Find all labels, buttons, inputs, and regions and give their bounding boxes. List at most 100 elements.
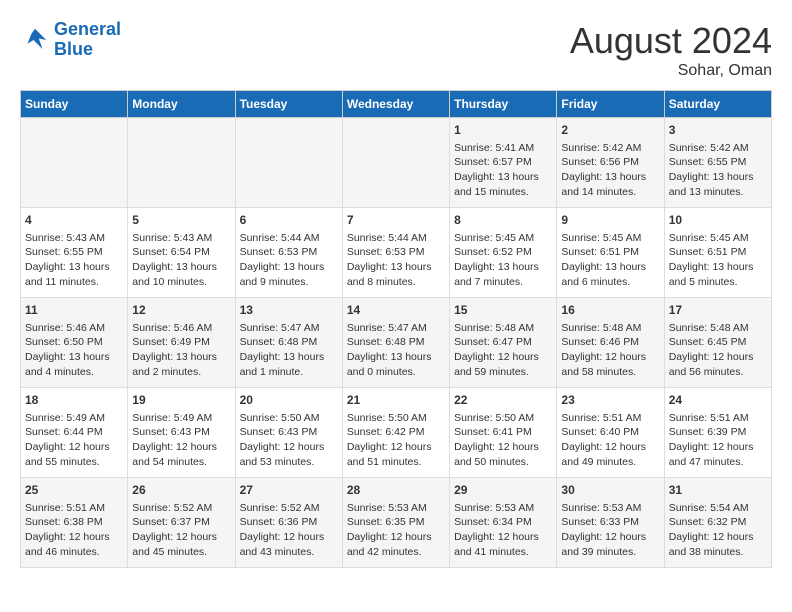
calendar-cell: 15Sunrise: 5:48 AMSunset: 6:47 PMDayligh… bbox=[450, 298, 557, 388]
calendar-cell: 22Sunrise: 5:50 AMSunset: 6:41 PMDayligh… bbox=[450, 388, 557, 478]
day-number: 19 bbox=[132, 392, 230, 409]
day-info: and 42 minutes. bbox=[347, 545, 445, 560]
calendar-cell bbox=[128, 118, 235, 208]
day-info: and 46 minutes. bbox=[25, 545, 123, 560]
day-info: Sunrise: 5:44 AM bbox=[240, 231, 338, 246]
calendar-cell bbox=[21, 118, 128, 208]
calendar-cell: 21Sunrise: 5:50 AMSunset: 6:42 PMDayligh… bbox=[342, 388, 449, 478]
calendar-cell: 19Sunrise: 5:49 AMSunset: 6:43 PMDayligh… bbox=[128, 388, 235, 478]
calendar-week-3: 11Sunrise: 5:46 AMSunset: 6:50 PMDayligh… bbox=[21, 298, 772, 388]
calendar-cell: 13Sunrise: 5:47 AMSunset: 6:48 PMDayligh… bbox=[235, 298, 342, 388]
day-info: Sunset: 6:39 PM bbox=[669, 425, 767, 440]
day-info: and 54 minutes. bbox=[132, 455, 230, 470]
day-info: Sunset: 6:57 PM bbox=[454, 155, 552, 170]
calendar-cell: 18Sunrise: 5:49 AMSunset: 6:44 PMDayligh… bbox=[21, 388, 128, 478]
calendar-table: SundayMondayTuesdayWednesdayThursdayFrid… bbox=[20, 90, 772, 568]
day-info: Sunrise: 5:51 AM bbox=[561, 411, 659, 426]
day-info: Sunset: 6:46 PM bbox=[561, 335, 659, 350]
day-number: 23 bbox=[561, 392, 659, 409]
day-number: 31 bbox=[669, 482, 767, 499]
day-info: and 13 minutes. bbox=[669, 185, 767, 200]
day-info: and 10 minutes. bbox=[132, 275, 230, 290]
day-info: Sunset: 6:55 PM bbox=[25, 245, 123, 260]
day-info: Sunset: 6:53 PM bbox=[240, 245, 338, 260]
day-info: Sunset: 6:35 PM bbox=[347, 515, 445, 530]
day-number: 18 bbox=[25, 392, 123, 409]
calendar-cell: 14Sunrise: 5:47 AMSunset: 6:48 PMDayligh… bbox=[342, 298, 449, 388]
day-info: Sunrise: 5:53 AM bbox=[561, 501, 659, 516]
day-info: and 14 minutes. bbox=[561, 185, 659, 200]
day-info: Daylight: 13 hours bbox=[669, 260, 767, 275]
day-info: and 45 minutes. bbox=[132, 545, 230, 560]
calendar-cell: 25Sunrise: 5:51 AMSunset: 6:38 PMDayligh… bbox=[21, 478, 128, 568]
day-info: Sunset: 6:37 PM bbox=[132, 515, 230, 530]
day-info: and 6 minutes. bbox=[561, 275, 659, 290]
calendar-cell: 6Sunrise: 5:44 AMSunset: 6:53 PMDaylight… bbox=[235, 208, 342, 298]
day-info: Daylight: 13 hours bbox=[454, 170, 552, 185]
calendar-cell: 16Sunrise: 5:48 AMSunset: 6:46 PMDayligh… bbox=[557, 298, 664, 388]
day-info: and 38 minutes. bbox=[669, 545, 767, 560]
day-info: and 15 minutes. bbox=[454, 185, 552, 200]
day-info: Sunset: 6:53 PM bbox=[347, 245, 445, 260]
day-info: Sunset: 6:49 PM bbox=[132, 335, 230, 350]
calendar-cell: 11Sunrise: 5:46 AMSunset: 6:50 PMDayligh… bbox=[21, 298, 128, 388]
calendar-cell: 4Sunrise: 5:43 AMSunset: 6:55 PMDaylight… bbox=[21, 208, 128, 298]
day-info: Daylight: 12 hours bbox=[347, 440, 445, 455]
day-number: 16 bbox=[561, 302, 659, 319]
day-info: Sunrise: 5:42 AM bbox=[561, 141, 659, 156]
day-info: Daylight: 12 hours bbox=[669, 530, 767, 545]
calendar-cell: 26Sunrise: 5:52 AMSunset: 6:37 PMDayligh… bbox=[128, 478, 235, 568]
day-info: and 11 minutes. bbox=[25, 275, 123, 290]
day-number: 13 bbox=[240, 302, 338, 319]
day-info: Daylight: 12 hours bbox=[561, 440, 659, 455]
day-info: Sunrise: 5:51 AM bbox=[669, 411, 767, 426]
calendar-cell: 27Sunrise: 5:52 AMSunset: 6:36 PMDayligh… bbox=[235, 478, 342, 568]
day-info: Sunset: 6:41 PM bbox=[454, 425, 552, 440]
column-header-wednesday: Wednesday bbox=[342, 91, 449, 118]
day-info: Daylight: 13 hours bbox=[240, 350, 338, 365]
day-info: Daylight: 12 hours bbox=[669, 350, 767, 365]
day-info: Sunset: 6:44 PM bbox=[25, 425, 123, 440]
day-info: Sunset: 6:36 PM bbox=[240, 515, 338, 530]
day-info: Sunset: 6:48 PM bbox=[347, 335, 445, 350]
day-info: Sunset: 6:54 PM bbox=[132, 245, 230, 260]
day-info: Daylight: 12 hours bbox=[454, 530, 552, 545]
column-header-tuesday: Tuesday bbox=[235, 91, 342, 118]
day-info: Sunset: 6:48 PM bbox=[240, 335, 338, 350]
day-info: Daylight: 12 hours bbox=[132, 440, 230, 455]
day-info: Sunrise: 5:43 AM bbox=[25, 231, 123, 246]
day-info: and 9 minutes. bbox=[240, 275, 338, 290]
calendar-cell: 9Sunrise: 5:45 AMSunset: 6:51 PMDaylight… bbox=[557, 208, 664, 298]
calendar-cell bbox=[235, 118, 342, 208]
day-info: Sunrise: 5:44 AM bbox=[347, 231, 445, 246]
day-info: Daylight: 12 hours bbox=[347, 530, 445, 545]
day-info: Sunrise: 5:52 AM bbox=[132, 501, 230, 516]
day-info: and 2 minutes. bbox=[132, 365, 230, 380]
day-info: Daylight: 13 hours bbox=[669, 170, 767, 185]
day-info: Daylight: 12 hours bbox=[25, 440, 123, 455]
day-number: 29 bbox=[454, 482, 552, 499]
day-info: Sunrise: 5:48 AM bbox=[561, 321, 659, 336]
logo-text: General Blue bbox=[54, 20, 121, 60]
day-info: Sunset: 6:42 PM bbox=[347, 425, 445, 440]
day-info: Sunset: 6:34 PM bbox=[454, 515, 552, 530]
day-number: 22 bbox=[454, 392, 552, 409]
day-info: Daylight: 12 hours bbox=[25, 530, 123, 545]
day-info: Sunrise: 5:50 AM bbox=[454, 411, 552, 426]
column-header-thursday: Thursday bbox=[450, 91, 557, 118]
day-info: Sunset: 6:33 PM bbox=[561, 515, 659, 530]
calendar-cell: 5Sunrise: 5:43 AMSunset: 6:54 PMDaylight… bbox=[128, 208, 235, 298]
page-header: General Blue August 2024 Sohar, Oman bbox=[20, 20, 772, 80]
day-info: Sunset: 6:38 PM bbox=[25, 515, 123, 530]
day-number: 8 bbox=[454, 212, 552, 229]
day-info: Sunrise: 5:46 AM bbox=[25, 321, 123, 336]
day-info: Sunrise: 5:48 AM bbox=[454, 321, 552, 336]
day-info: and 47 minutes. bbox=[669, 455, 767, 470]
day-info: and 39 minutes. bbox=[561, 545, 659, 560]
day-number: 9 bbox=[561, 212, 659, 229]
day-number: 6 bbox=[240, 212, 338, 229]
column-header-saturday: Saturday bbox=[664, 91, 771, 118]
day-number: 25 bbox=[25, 482, 123, 499]
day-info: Sunset: 6:43 PM bbox=[132, 425, 230, 440]
day-number: 26 bbox=[132, 482, 230, 499]
